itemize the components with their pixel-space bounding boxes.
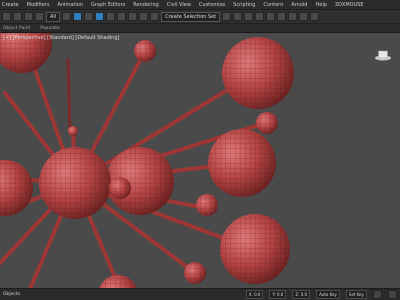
coord-x-field[interactable]: X: 0.0 [245, 290, 264, 299]
play-icon[interactable] [373, 290, 382, 299]
selection-filter-dropdown[interactable]: All [46, 11, 61, 22]
set-key-button[interactable]: Set Key [345, 290, 367, 299]
tab-object-paint[interactable]: Object Paint [3, 26, 30, 31]
menu-create[interactable]: Create [2, 2, 19, 8]
render-frame-icon[interactable] [299, 12, 309, 21]
main-toolbar: All Create Selection Set [0, 10, 400, 24]
next-frame-icon[interactable] [388, 290, 397, 299]
menu-3dxmouse[interactable]: 3DXMOUSE [335, 2, 364, 8]
menu-content[interactable]: Content [263, 2, 283, 8]
coord-z-field[interactable]: Z: 0.0 [292, 290, 311, 299]
undo-icon[interactable] [2, 12, 11, 21]
status-bar: Objects X: 0.0 Y: 0.0 Z: 0.0 Auto Key Se… [0, 288, 400, 300]
menu-bar: Create Modifiers Animation Graph Editors… [0, 0, 400, 10]
angle-snap-icon[interactable] [139, 12, 149, 21]
menu-civil-view[interactable]: Civil View [167, 2, 191, 8]
schematic-icon[interactable] [266, 12, 276, 21]
status-label: Objects [3, 292, 21, 297]
menu-arnold[interactable]: Arnold [291, 2, 307, 8]
mirror-icon[interactable] [222, 12, 232, 21]
align-icon[interactable] [233, 12, 243, 21]
render-icon[interactable] [310, 12, 320, 21]
rotate-icon[interactable] [106, 12, 116, 21]
select-icon[interactable] [62, 12, 72, 21]
layer-icon[interactable] [244, 12, 254, 21]
scale-icon[interactable] [117, 12, 127, 21]
rect-select-icon[interactable] [84, 12, 94, 21]
auto-key-button[interactable]: Auto Key [316, 290, 340, 299]
atom-spheres [0, 33, 294, 289]
viewcube-icon[interactable] [374, 49, 392, 61]
unlink-icon[interactable] [35, 12, 44, 21]
viewport-label[interactable]: [+] [Perspective] [Standard] [Default Sh… [3, 35, 119, 41]
menu-modifiers[interactable]: Modifiers [27, 2, 50, 8]
perspective-viewport[interactable]: [+] [Perspective] [Standard] [Default Sh… [0, 32, 400, 289]
molecule-model[interactable] [0, 33, 400, 289]
move-icon[interactable] [95, 12, 105, 21]
menu-customize[interactable]: Customize [199, 2, 225, 8]
link-icon[interactable] [24, 12, 33, 21]
percent-snap-icon[interactable] [150, 12, 160, 21]
snap-icon[interactable] [128, 12, 138, 21]
material-editor-icon[interactable] [277, 12, 287, 21]
menu-rendering[interactable]: Rendering [133, 2, 159, 8]
menu-animation[interactable]: Animation [57, 2, 83, 8]
redo-icon[interactable] [13, 12, 22, 21]
ribbon-tabs: Object Paint Populate [0, 24, 400, 32]
selection-set-dropdown[interactable]: Create Selection Set [161, 11, 221, 22]
render-setup-icon[interactable] [288, 12, 298, 21]
menu-graph-editors[interactable]: Graph Editors [91, 2, 125, 8]
select-by-name-icon[interactable] [73, 12, 83, 21]
curve-editor-icon[interactable] [255, 12, 265, 21]
tab-populate[interactable]: Populate [40, 26, 60, 31]
menu-help[interactable]: Help [315, 2, 326, 8]
vertical-rod [66, 57, 72, 134]
menu-scripting[interactable]: Scripting [233, 2, 255, 8]
coord-y-field[interactable]: Y: 0.0 [269, 290, 287, 299]
